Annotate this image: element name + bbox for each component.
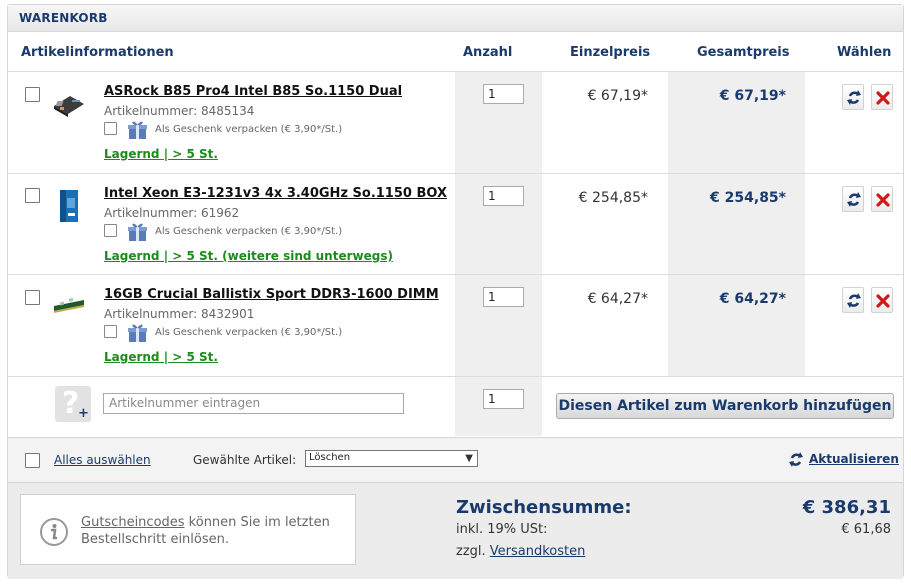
total-price: € 64,27* [719,291,786,307]
item-checkbox[interactable] [25,188,40,203]
add-quantity-input[interactable]: 1 [483,389,524,409]
refresh-arrows-icon [847,293,861,308]
total-price: € 254,85* [710,190,786,206]
col-header-total-price: Gesamtpreis [697,45,790,60]
gift-wrap-checkbox[interactable] [104,224,117,237]
cart-panel: WARENKORB Artikelinformationen Anzahl Ei… [7,4,904,579]
gift-wrap-checkbox[interactable] [104,325,117,338]
cart-item-row: 16GB Crucial Ballistix Sport DDR3-1600 D… [8,275,903,377]
voucher-notice: Gutscheincodes können Sie im letzten Bes… [20,494,356,565]
gift-wrap-label: Als Geschenk verpacken (€ 3,90*/St.) [155,327,343,338]
item-article-number: Artikelnummer: 8485134 [104,104,255,118]
cart-title: WARENKORB [19,11,108,25]
total-price: € 67,19* [719,88,786,104]
gift-wrap-checkbox[interactable] [104,122,117,135]
unit-price: € 254,85* [578,190,648,206]
voucher-codes-link[interactable]: Gutscheincodes [81,515,185,530]
col-header-select: Wählen [837,45,892,60]
shipping-costs-link[interactable]: Versandkosten [490,544,586,559]
item-name-link[interactable]: 16GB Crucial Ballistix Sport DDR3-1600 D… [104,287,439,302]
select-all-checkbox[interactable] [25,453,40,468]
info-icon [40,518,68,546]
item-article-number: Artikelnummer: 61962 [104,206,240,220]
item-name-link[interactable]: Intel Xeon E3-1231v3 4x 3.40GHz So.1150 … [104,186,447,201]
item-article-number: Artikelnummer: 8432901 [104,307,255,321]
article-number-input[interactable]: Artikelnummer eintragen [103,393,404,414]
stock-status-link[interactable]: Lagernd | > 5 St. (weitere sind unterweg… [104,249,393,263]
bulk-action-value: Löschen [309,452,351,463]
item-checkbox[interactable] [25,290,40,305]
delete-item-button[interactable] [871,287,893,313]
selected-items-label: Gewählte Artikel: [193,453,297,467]
delete-item-button[interactable] [871,84,893,110]
bulk-action-bar: Alles auswählen Gewählte Artikel: Lösche… [8,437,903,483]
gift-box-icon [128,324,147,342]
cpu-box-icon [60,190,78,222]
add-to-cart-button[interactable]: Diesen Artikel zum Warenkorb hinzufügen [556,393,894,419]
refresh-arrows-icon [847,192,861,207]
cart-header: WARENKORB [8,5,903,32]
refresh-arrows-icon [847,90,861,105]
refresh-item-button[interactable] [842,84,864,110]
select-all-link[interactable]: Alles auswählen [54,453,151,467]
unit-price: € 67,19* [587,88,648,104]
shipping-note: zzgl. Versandkosten [456,544,585,559]
ram-module-icon [54,297,84,313]
stock-status-link[interactable]: Lagernd | > 5 St. [104,147,218,161]
col-header-qty: Anzahl [463,45,513,60]
item-checkbox[interactable] [25,87,40,102]
refresh-item-button[interactable] [842,287,864,313]
quantity-input[interactable]: 1 [483,186,524,206]
col-header-unit-price: Einzelpreis [570,45,651,60]
stock-status-link[interactable]: Lagernd | > 5 St. [104,350,218,364]
motherboard-icon [54,96,84,117]
vat-label: inkl. 19% USt: [456,522,548,537]
col-header-info: Artikelinformationen [21,45,174,60]
item-name-link[interactable]: ASRock B85 Pro4 Intel B85 So.1150 Dual [104,84,402,99]
quantity-input[interactable]: 1 [483,84,524,104]
delete-x-icon [876,193,890,207]
delete-x-icon [876,91,890,105]
refresh-arrows-icon[interactable] [787,449,805,471]
voucher-text: Gutscheincodes können Sie im letzten Bes… [81,514,341,548]
vat-value: € 61,68 [841,522,891,537]
gift-wrap-label: Als Geschenk verpacken (€ 3,90*/St.) [155,124,343,135]
shipping-prefix: zzgl. [456,544,490,559]
subtotal-value: € 386,31 [802,497,891,518]
cart-item-row: Intel Xeon E3-1231v3 4x 3.40GHz So.1150 … [8,174,903,276]
add-article-row: ? + Artikelnummer eintragen 1 Diesen Art… [8,377,903,437]
gift-box-icon [128,223,147,241]
delete-x-icon [876,294,890,308]
delete-item-button[interactable] [871,186,893,212]
quantity-input[interactable]: 1 [483,287,524,307]
refresh-item-button[interactable] [842,186,864,212]
chevron-down-icon: ▼ [465,453,473,464]
unknown-article-icon: ? + [55,386,91,422]
bulk-action-select[interactable]: Löschen ▼ [305,450,478,467]
gift-wrap-label: Als Geschenk verpacken (€ 3,90*/St.) [155,226,343,237]
subtotal-label: Zwischensumme: [456,497,632,518]
cart-item-row: ASRock B85 Pro4 Intel B85 So.1150 Dual A… [8,72,903,174]
cart-summary: Gutscheincodes können Sie im letzten Bes… [8,483,903,579]
unit-price: € 64,27* [587,291,648,307]
update-cart-link[interactable]: Aktualisieren [809,452,899,466]
gift-box-icon [128,121,147,139]
